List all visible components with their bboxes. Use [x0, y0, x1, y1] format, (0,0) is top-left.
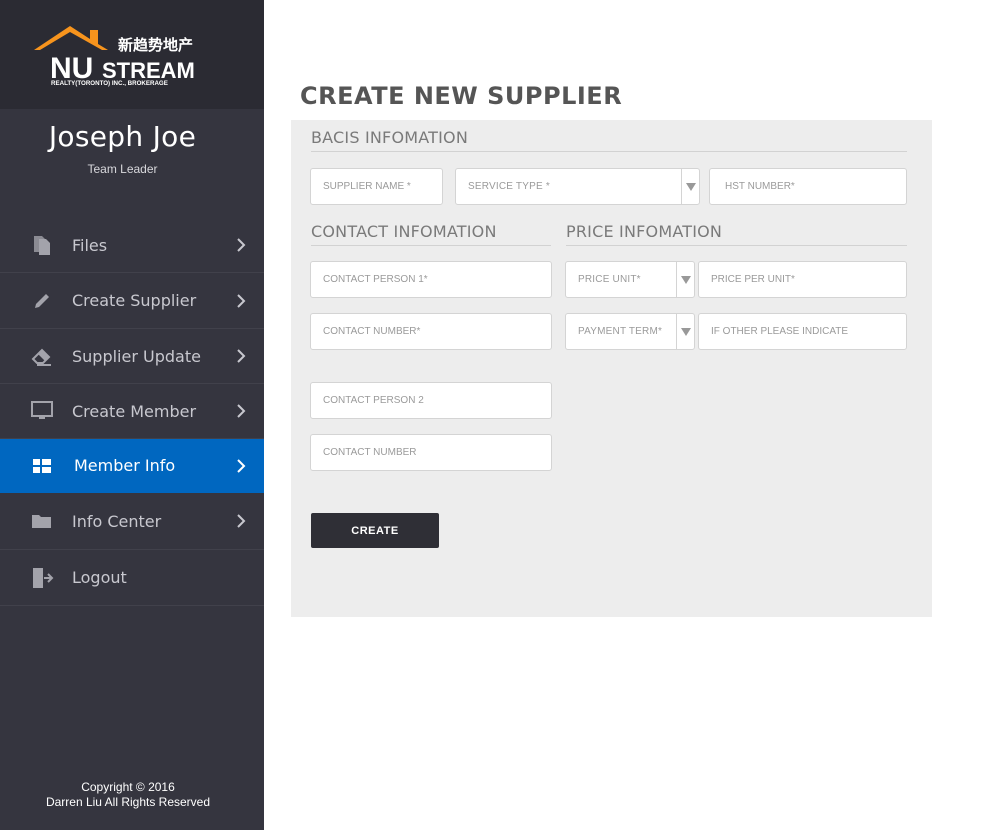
eraser-icon	[30, 344, 54, 368]
dropdown-arrow-icon[interactable]	[676, 262, 694, 297]
chevron-right-icon	[237, 458, 246, 473]
price-info-divider	[566, 245, 907, 246]
user-role: Team Leader	[87, 162, 158, 176]
chevron-right-icon	[237, 238, 246, 252]
sidebar-item-create-supplier[interactable]: Create Supplier	[0, 273, 264, 329]
contact-number-1-input[interactable]	[323, 326, 551, 337]
payment-term-select[interactable]: PAYMENT TERM*	[565, 313, 695, 350]
chevron-right-icon	[237, 514, 246, 528]
chevron-right-icon	[237, 404, 246, 418]
contact-person-1-input[interactable]	[323, 274, 551, 285]
files-icon	[30, 233, 54, 257]
price-info-title: PRICE INFOMATION	[566, 222, 723, 241]
dropdown-arrow-icon[interactable]	[676, 314, 694, 349]
sidebar-item-label: Create Member	[72, 401, 197, 421]
sidebar-item-label: Logout	[72, 568, 127, 587]
contact-info-title: CONTACT INFOMATION	[311, 222, 497, 241]
user-name: Joseph Joe	[48, 120, 197, 153]
copyright-line-1: Copyright © 2016	[81, 780, 175, 794]
sidebar-item-files[interactable]: Files	[0, 218, 264, 273]
sidebar-item-label: Member Info	[74, 456, 176, 475]
contact-person-2-field[interactable]	[310, 382, 552, 419]
sidebar-item-label: Create Supplier	[72, 291, 197, 310]
sidebar-item-label: Supplier Update	[72, 346, 201, 366]
company-logo: NU STREAM 新趋势地产 REALTY(TORONTO) INC., BR…	[34, 26, 195, 87]
supplier-name-input[interactable]	[323, 181, 442, 192]
contact-person-1-field[interactable]	[310, 261, 552, 298]
other-term-input[interactable]	[711, 326, 906, 337]
brand-tagline: REALTY(TORONTO) INC., BROKERAGE	[51, 80, 168, 87]
sidebar-item-label: Info Center	[72, 511, 162, 531]
logout-icon	[30, 566, 54, 590]
chevron-right-icon	[237, 293, 246, 308]
create-button[interactable]: CREATE	[311, 513, 439, 548]
service-type-placeholder: SERVICE TYPE *	[468, 181, 550, 192]
contact-number-2-field[interactable]	[310, 434, 552, 471]
price-per-unit-input[interactable]	[711, 274, 906, 285]
contact-number-2-input[interactable]	[323, 447, 551, 458]
other-term-field[interactable]	[698, 313, 907, 350]
page-title: CREATE NEW SUPPLIER	[300, 82, 623, 110]
basic-info-divider	[311, 151, 907, 152]
supplier-name-field[interactable]	[310, 168, 443, 205]
sidebar-item-create-member[interactable]: Create Member	[0, 384, 264, 439]
brand-chinese: 新趋势地产	[118, 36, 193, 54]
sidebar: NU STREAM 新趋势地产 REALTY(TORONTO) INC., BR…	[0, 0, 264, 830]
sidebar-nav: Files Create Supplier Supplier Update Cr…	[0, 218, 264, 606]
copyright: Copyright © 2016 Darren Liu All Rights R…	[0, 780, 256, 810]
chevron-right-icon	[237, 349, 246, 363]
hst-number-field[interactable]	[709, 168, 907, 205]
contact-person-2-input[interactable]	[323, 395, 551, 406]
sidebar-item-label: Files	[72, 235, 108, 255]
folder-icon	[30, 509, 54, 533]
pencil-icon	[30, 289, 54, 313]
copyright-line-2: Darren Liu All Rights Reserved	[45, 795, 211, 809]
price-per-unit-field[interactable]	[698, 261, 907, 298]
sidebar-item-logout[interactable]: Logout	[0, 550, 264, 606]
price-unit-select[interactable]: PRICE UNIT*	[565, 261, 695, 298]
sidebar-item-supplier-update[interactable]: Supplier Update	[0, 329, 264, 384]
logo-area: NU STREAM 新趋势地产 REALTY(TORONTO) INC., BR…	[0, 0, 264, 109]
basic-info-title: BACIS INFOMATION	[311, 128, 469, 147]
contact-info-divider	[311, 245, 551, 246]
hst-number-input[interactable]	[722, 181, 906, 192]
service-type-select[interactable]: SERVICE TYPE *	[455, 168, 700, 205]
sidebar-item-member-info[interactable]: Member Info	[0, 439, 264, 493]
dropdown-arrow-icon[interactable]	[681, 169, 699, 204]
payment-term-placeholder: PAYMENT TERM*	[578, 326, 663, 337]
contact-number-1-field[interactable]	[310, 313, 552, 350]
monitor-icon	[30, 399, 54, 423]
grid-icon	[30, 454, 54, 478]
sidebar-item-info-center[interactable]: Info Center	[0, 493, 264, 550]
price-unit-placeholder: PRICE UNIT*	[578, 274, 641, 285]
